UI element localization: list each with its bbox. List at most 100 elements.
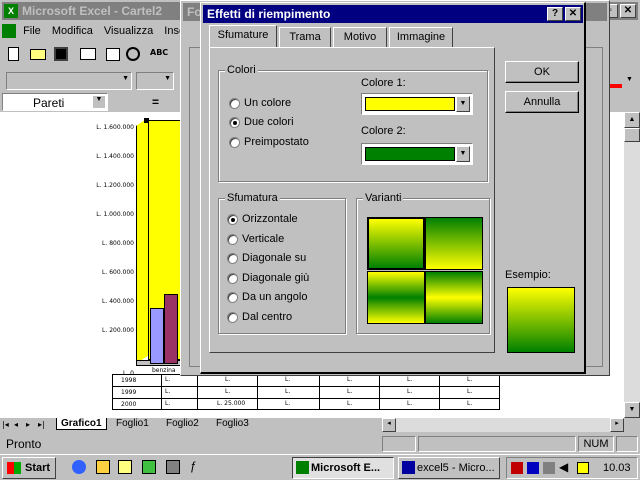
sheet-tab-foglio2[interactable]: Foglio2 [162,418,203,429]
radio-circle[interactable] [227,291,238,303]
radio-due-colori[interactable]: Due colori [229,116,294,128]
help-button[interactable]: ? [547,7,563,21]
sheet-tab-foglio1[interactable]: Foglio1 [112,418,153,429]
channels-icon[interactable] [142,460,156,474]
radio-orizzontale[interactable]: Orizzontale [227,213,298,225]
row-label: 1998 [121,377,137,384]
open-folder-icon[interactable] [30,49,46,60]
y-tick: L. 1.000.000 [96,211,134,218]
scroll-left-button[interactable]: ◂ [382,418,396,432]
outlook-icon[interactable] [96,460,110,474]
spelling-icon[interactable]: ABC [150,48,168,57]
radio-circle[interactable] [229,116,240,128]
radio-label: Diagonale su [242,252,307,264]
radio-diagonale-giu[interactable]: Diagonale giù [227,272,309,284]
radio-un-colore[interactable]: Un colore [229,97,291,109]
tab-nav-first[interactable]: |◂ [2,420,9,429]
tray-icon[interactable] [511,462,523,474]
pen-icon[interactable]: ƒ [190,459,197,473]
new-icon[interactable] [8,47,19,61]
scroll-thumb[interactable] [624,128,640,142]
num-indicator: NUM [578,436,614,452]
save-icon[interactable] [54,47,68,61]
tab-nav-last[interactable]: ▸| [38,420,45,429]
bar-1998[interactable] [150,308,164,364]
ie-icon[interactable] [72,460,86,474]
explorer-icon[interactable] [118,460,132,474]
bar-1999[interactable] [164,294,178,364]
radio-preimpostato[interactable]: Preimpostato [229,136,309,148]
selection-handle[interactable] [144,118,149,123]
tray-icon[interactable] [527,462,539,474]
radio-da-un-angolo[interactable]: Da un angolo [227,291,307,303]
task-word[interactable]: excel5 - Micro... [398,457,500,479]
tab-motivo[interactable]: Motivo [333,27,387,47]
tray-icon[interactable] [543,462,555,474]
zoom-icon[interactable] [126,47,140,61]
workbook-icon[interactable] [2,24,16,39]
menu-modifica[interactable]: Modifica [52,25,93,37]
col-divider [197,375,198,409]
variants-group-label: Varianti [363,192,404,204]
color1-picker[interactable]: ▼ [361,93,473,115]
speaker-icon[interactable]: ◀ [559,460,568,474]
radio-circle[interactable] [227,252,238,264]
col-divider [439,375,440,409]
radio-circle[interactable] [227,233,238,245]
variant-3[interactable] [367,271,425,324]
tab-nav-prev[interactable]: ◂ [14,420,18,429]
desktop-icon[interactable] [166,460,180,474]
variant-2[interactable] [425,217,483,270]
radio-verticale[interactable]: Verticale [227,233,284,245]
menu-visualizza[interactable]: Visualizza [104,25,153,37]
tray-icon[interactable] [577,462,589,474]
size-combo[interactable]: ▼ [136,72,174,90]
scroll-down-button[interactable]: ▼ [624,402,640,418]
variant-1[interactable] [367,217,425,270]
excel-task-icon [296,461,309,474]
system-tray: ◀ 10.03 [506,457,638,479]
print-icon[interactable] [80,48,96,60]
tab-sfumature[interactable]: Sfumature [209,25,277,47]
tab-immagine[interactable]: Immagine [389,27,453,47]
variant-4[interactable] [425,271,483,324]
font-combo[interactable]: ▼ [6,72,132,90]
chevron-down-icon[interactable]: ▼ [456,96,470,112]
excel-menubar: File Modifica Visualizza Inse [2,22,193,40]
sheet-tab-grafico1[interactable]: Grafico1 [56,418,107,430]
radio-circle[interactable] [227,213,238,225]
font-color-icon[interactable] [610,84,622,88]
chevron-down-icon[interactable]: ▼ [626,76,633,83]
formula-equals[interactable]: = [152,95,159,109]
scroll-up-button[interactable]: ▲ [624,112,640,128]
tab-trama[interactable]: Trama [279,27,331,47]
ok-button[interactable]: OK [505,61,579,83]
color2-picker[interactable]: ▼ [361,143,473,165]
y-tick: L. 800.000 [102,240,134,247]
radio-circle[interactable] [229,97,240,109]
task-excel[interactable]: Microsoft E... [292,457,394,479]
radio-circle[interactable] [227,272,238,284]
chevron-down-icon[interactable]: ▼ [456,146,470,162]
radio-circle[interactable] [227,311,238,323]
start-button[interactable]: Start [2,457,56,479]
menu-file[interactable]: File [23,25,41,37]
excel-close-button[interactable]: ✕ [620,4,636,18]
tab-strip: Sfumature Trama Motivo Immagine [209,25,579,49]
cancel-button[interactable]: Annulla [505,91,579,113]
vertical-scrollbar[interactable]: ▲ ▼ [624,112,640,418]
radio-diagonale-su[interactable]: Diagonale su [227,252,306,264]
print-preview-icon[interactable] [106,48,120,61]
dialog-close-button[interactable]: ✕ [565,7,581,21]
radio-dal-centro[interactable]: Dal centro [227,311,292,323]
name-box[interactable]: Pareti ▼ [2,93,108,111]
horizontal-scrollbar[interactable]: ◂ ▸ [382,418,624,432]
status-pane [418,436,576,452]
chevron-down-icon[interactable]: ▼ [93,96,105,108]
clock[interactable]: 10.03 [603,462,631,474]
sheet-tab-foglio3[interactable]: Foglio3 [212,418,253,429]
tab-nav-next[interactable]: ▸ [26,420,30,429]
radio-circle[interactable] [229,136,240,148]
chart-side-wall[interactable] [136,117,148,365]
scroll-right-button[interactable]: ▸ [610,418,624,432]
